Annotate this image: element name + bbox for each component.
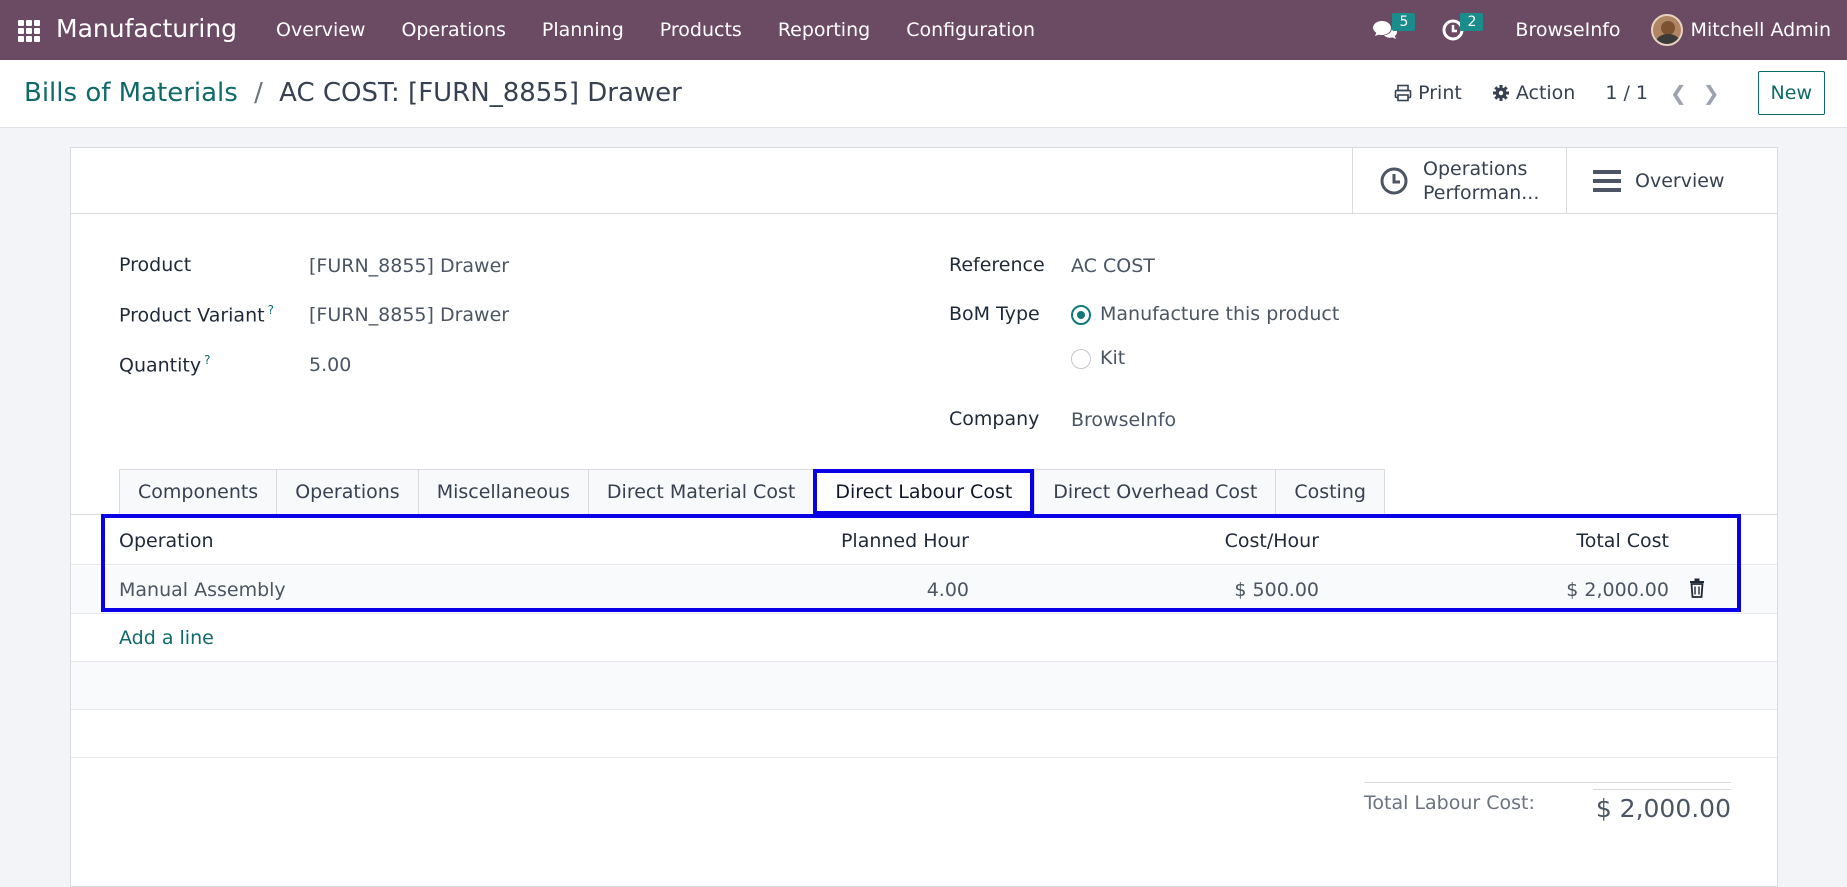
form-sheet: Operations Performan... Overview Product… <box>70 147 1778 887</box>
menu-planning[interactable]: Planning <box>524 0 642 60</box>
breadcrumb: Bills of Materials / AC COST: [FURN_8855… <box>24 78 682 108</box>
company-switcher[interactable]: BrowseInfo <box>1515 19 1620 41</box>
reference-label: Reference <box>949 254 1045 276</box>
cost-hour-cell[interactable]: $ 500.00 <box>1234 579 1319 601</box>
reference-field[interactable]: AC COST <box>1071 255 1155 277</box>
bom-type-manufacture-radio[interactable] <box>1071 305 1091 325</box>
operations-performance-button[interactable]: Operations Performan... <box>1352 148 1566 214</box>
breadcrumb-current-record: AC COST: [FURN_8855] Drawer <box>279 78 682 108</box>
menu-configuration[interactable]: Configuration <box>888 0 1053 60</box>
activities-button[interactable]: 2 <box>1433 0 1484 60</box>
product-variant-label: Product Variant? <box>119 303 274 326</box>
breadcrumb-separator: / <box>254 78 263 108</box>
menu-products[interactable]: Products <box>642 0 760 60</box>
help-tooltip-icon[interactable]: ? <box>268 303 274 317</box>
total-value-divider <box>1593 789 1731 790</box>
notebook-tabs: Components Operations Miscellaneous Dire… <box>119 469 1385 515</box>
main-menu: Overview Operations Planning Products Re… <box>258 0 1053 60</box>
quantity-label: Quantity? <box>119 353 210 376</box>
messages-button[interactable]: 5 <box>1365 0 1416 60</box>
total-cost-cell[interactable]: $ 2,000.00 <box>1566 579 1669 601</box>
smart-button-box: Operations Performan... Overview <box>71 148 1777 214</box>
quantity-label-text: Quantity <box>119 354 202 377</box>
menu-reporting[interactable]: Reporting <box>760 0 888 60</box>
tab-direct-material-cost[interactable]: Direct Material Cost <box>587 469 814 515</box>
app-title[interactable]: Manufacturing <box>56 14 237 43</box>
pager-value[interactable]: 1 / 1 <box>1605 82 1648 104</box>
printer-icon <box>1394 84 1412 102</box>
control-panel: Bills of Materials / AC COST: [FURN_8855… <box>0 60 1847 128</box>
overview-label: Overview <box>1635 170 1725 192</box>
user-menu[interactable]: Mitchell Admin <box>1691 19 1831 41</box>
print-label: Print <box>1418 82 1462 104</box>
tab-components[interactable]: Components <box>119 469 277 515</box>
bom-type-kit-label[interactable]: Kit <box>1100 347 1125 369</box>
clock-icon <box>1379 166 1409 196</box>
product-variant-field[interactable]: [FURN_8855] Drawer <box>309 304 509 326</box>
column-header-cost-hour[interactable]: Cost/Hour <box>1225 530 1319 552</box>
table-row[interactable]: Manual Assembly 4.00 $ 500.00 $ 2,000.00 <box>71 566 1777 614</box>
bom-type-kit-radio[interactable] <box>1071 349 1091 369</box>
operations-performance-line2: Performan... <box>1423 182 1540 204</box>
menu-operations[interactable]: Operations <box>383 0 523 60</box>
control-actions: Print Action 1 / 1 ❮ ❯ New <box>1394 70 1825 116</box>
product-field[interactable]: [FURN_8855] Drawer <box>309 255 509 277</box>
top-navbar: Manufacturing Overview Operations Planni… <box>0 0 1847 60</box>
print-button[interactable]: Print <box>1394 82 1462 104</box>
bars-icon <box>1593 169 1621 193</box>
tab-costing[interactable]: Costing <box>1275 469 1385 515</box>
gear-icon <box>1492 84 1510 102</box>
action-button[interactable]: Action <box>1492 82 1576 104</box>
trash-icon[interactable] <box>1689 578 1705 603</box>
bom-type-manufacture-label[interactable]: Manufacture this product <box>1100 303 1339 325</box>
product-variant-label-text: Product Variant <box>119 304 265 327</box>
column-header-operation[interactable]: Operation <box>119 530 214 552</box>
empty-row <box>71 662 1777 710</box>
total-labour-cost-value: $ 2,000.00 <box>1595 794 1731 823</box>
tab-direct-overhead-cost[interactable]: Direct Overhead Cost <box>1034 469 1276 515</box>
column-header-total-cost[interactable]: Total Cost <box>1576 530 1669 552</box>
table-header-row: Operation Planned Hour Cost/Hour Total C… <box>71 517 1777 565</box>
empty-row <box>71 710 1777 758</box>
user-avatar[interactable] <box>1650 14 1683 46</box>
activities-count-badge: 2 <box>1460 13 1484 31</box>
total-divider <box>1364 782 1731 783</box>
column-header-planned-hour[interactable]: Planned Hour <box>841 530 969 552</box>
company-label: Company <box>949 408 1040 430</box>
new-button[interactable]: New <box>1757 71 1825 115</box>
pager-next-icon[interactable]: ❯ <box>1703 81 1720 105</box>
tab-operations[interactable]: Operations <box>276 469 418 515</box>
add-line-link[interactable]: Add a line <box>119 627 214 649</box>
apps-grid-icon[interactable] <box>18 20 40 42</box>
total-labour-cost-label: Total Labour Cost: <box>1364 792 1535 814</box>
overview-button[interactable]: Overview <box>1566 148 1777 214</box>
pager-previous-icon[interactable]: ❮ <box>1670 81 1687 105</box>
action-label: Action <box>1515 82 1576 104</box>
planned-hour-cell[interactable]: 4.00 <box>927 579 969 601</box>
bom-type-label: BoM Type <box>949 303 1040 325</box>
quantity-field[interactable]: 5.00 <box>309 354 351 376</box>
operation-cell[interactable]: Manual Assembly <box>119 579 286 601</box>
company-field[interactable]: BrowseInfo <box>1071 409 1176 431</box>
menu-overview[interactable]: Overview <box>258 0 383 60</box>
help-tooltip-icon[interactable]: ? <box>204 353 210 367</box>
operations-performance-label: Operations Performan... <box>1423 157 1539 205</box>
messages-count-badge: 5 <box>1392 13 1416 31</box>
add-line-row: Add a line <box>71 614 1777 662</box>
navbar-right: 5 2 BrowseInfo Mitchell Admin <box>1365 0 1847 60</box>
breadcrumb-bills-of-materials[interactable]: Bills of Materials <box>24 78 238 108</box>
tab-direct-labour-cost[interactable]: Direct Labour Cost <box>813 469 1035 515</box>
product-label: Product <box>119 254 192 276</box>
tab-miscellaneous[interactable]: Miscellaneous <box>417 469 588 515</box>
operations-performance-line1: Operations <box>1423 158 1528 180</box>
